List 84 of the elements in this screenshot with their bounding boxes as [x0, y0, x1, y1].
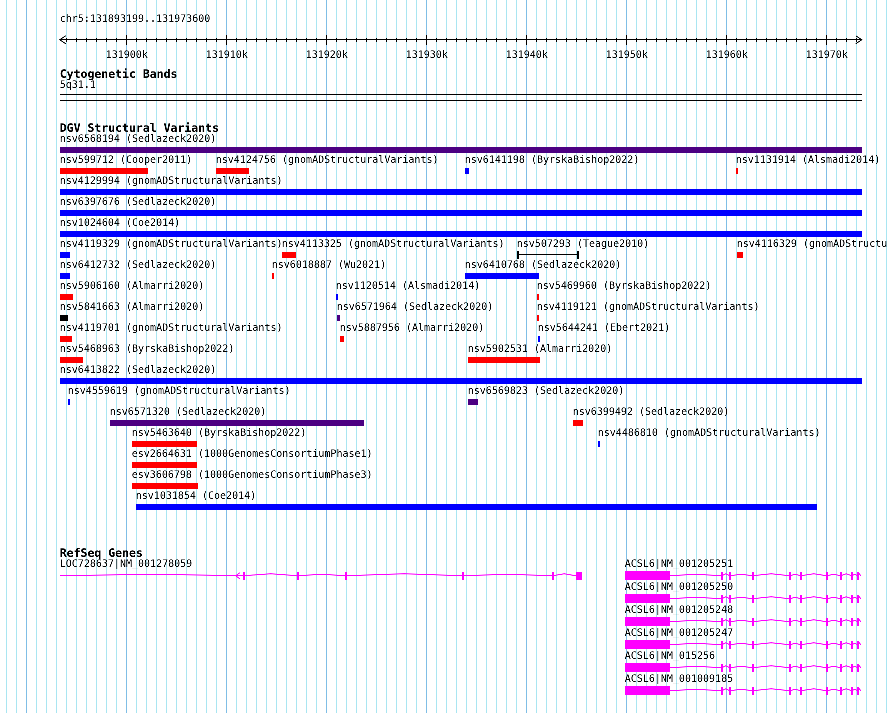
- variant-label: nsv6571964 (Sedlazeck2020): [337, 302, 494, 314]
- variant-label: esv2664631 (1000GenomesConsortiumPhase1): [132, 449, 373, 461]
- ruler-tick-label: 131950k: [606, 50, 648, 62]
- variant-label: nsv6399492 (Sedlazeck2020): [573, 407, 730, 419]
- track-title: Cytogenetic Bands: [60, 68, 178, 80]
- variant-bar[interactable]: [468, 399, 478, 405]
- ruler-tick-label: 131900k: [106, 50, 148, 62]
- variant-bar[interactable]: [282, 252, 296, 258]
- variant-bar[interactable]: [60, 252, 70, 258]
- gene-label: ACSL6|NM_001205250: [625, 582, 734, 594]
- variant-label: nsv6569823 (Sedlazeck2020): [468, 386, 625, 398]
- variant-label: nsv1031854 (Coe2014): [136, 491, 256, 503]
- range-marker[interactable]: [517, 251, 579, 259]
- gene-label: ACSL6|NM_015256: [625, 651, 716, 663]
- gene-label: LOC728637|NM_001278059: [60, 559, 192, 571]
- variant-label: nsv507293 (Teague2010): [517, 239, 650, 251]
- track-title: DGV Structural Variants: [60, 122, 220, 134]
- variant-label: esv3606798 (1000GenomesConsortiumPhase3): [132, 470, 373, 482]
- variant-label: nsv5902531 (Almarri2020): [468, 344, 612, 356]
- variant-label: nsv6141198 (ByrskaBishop2022): [465, 155, 640, 167]
- variant-label: nsv5841663 (Almarri2020): [60, 302, 204, 314]
- variant-label: nsv4119701 (gnomADStructuralVariants): [60, 323, 283, 335]
- variant-bar[interactable]: [136, 504, 817, 510]
- variant-bar[interactable]: [465, 168, 469, 174]
- variant-label: nsv4124756 (gnomADStructuralVariants): [216, 155, 439, 167]
- variant-label: nsv4116329 (gnomADStructu: [737, 239, 888, 251]
- variant-label: nsv5644241 (Ebert2021): [538, 323, 670, 335]
- gene-label: ACSL6|NM_001009185: [625, 674, 734, 686]
- variant-bar[interactable]: [465, 273, 539, 279]
- variant-bar[interactable]: [60, 294, 73, 300]
- ruler-tick-label: 131930k: [406, 50, 448, 62]
- variant-bar[interactable]: [468, 357, 540, 363]
- ruler-tick-label: 131970k: [806, 50, 848, 62]
- variant-label: nsv5469960 (ByrskaBishop2022): [537, 281, 712, 293]
- variant-label: nsv6568194 (Sedlazeck2020): [60, 134, 217, 146]
- ruler-tick-label: 131940k: [506, 50, 548, 62]
- ruler-tick-label: 131960k: [706, 50, 748, 62]
- ruler-tick-label: 131910k: [206, 50, 248, 62]
- variant-label: nsv4129994 (gnomADStructuralVariants): [60, 176, 283, 188]
- variant-bar[interactable]: [216, 168, 249, 174]
- variant-label: nsv6397676 (Sedlazeck2020): [60, 197, 217, 209]
- variant-bar[interactable]: [60, 273, 70, 279]
- track-title: RefSeq Genes: [60, 547, 144, 559]
- variant-bar[interactable]: [132, 441, 197, 447]
- variant-bar[interactable]: [60, 336, 72, 342]
- variant-bar[interactable]: [60, 231, 862, 237]
- variant-label: nsv5887956 (Almarri2020): [340, 323, 484, 335]
- variant-label: nsv4486810 (gnomADStructuralVariants): [598, 428, 821, 440]
- variant-bar[interactable]: [737, 252, 743, 258]
- variant-bar[interactable]: [340, 336, 344, 342]
- variant-label: nsv6410768 (Sedlazeck2020): [465, 260, 622, 272]
- variant-label: nsv4113325 (gnomADStructuralVariants): [282, 239, 505, 251]
- variant-label: nsv599712 (Cooper2011): [60, 155, 192, 167]
- ruler-tick-label: 131920k: [306, 50, 348, 62]
- variant-label: nsv5906160 (Almarri2020): [60, 281, 204, 293]
- variant-label: nsv6412732 (Sedlazeck2020): [60, 260, 217, 272]
- location-label: chr5:131893199..131973600: [60, 14, 211, 26]
- variant-bar[interactable]: [60, 189, 862, 195]
- variant-bar[interactable]: [60, 378, 862, 384]
- variant-label: nsv6413822 (Sedlazeck2020): [60, 365, 217, 377]
- variant-label: nsv5463640 (ByrskaBishop2022): [132, 428, 307, 440]
- variant-bar[interactable]: [60, 210, 862, 216]
- variant-label: nsv4119121 (gnomADStructuralVariants): [537, 302, 760, 314]
- variant-label: nsv4119329 (gnomADStructuralVariants): [60, 239, 283, 251]
- variant-label: nsv1131914 (Alsmadi2014): [736, 155, 880, 167]
- variant-label: nsv6571320 (Sedlazeck2020): [110, 407, 267, 419]
- gene-label: ACSL6|NM_001205248: [625, 605, 734, 617]
- variant-bar[interactable]: [337, 315, 340, 321]
- band-label: 5q31.1: [60, 80, 96, 92]
- variant-label: nsv6018887 (Wu2021): [272, 260, 386, 272]
- variant-label: nsv1024604 (Coe2014): [60, 218, 180, 230]
- variant-label: nsv1120514 (Alsmadi2014): [336, 281, 480, 293]
- variant-bar[interactable]: [132, 462, 197, 468]
- variant-bar[interactable]: [573, 420, 583, 426]
- variant-label: nsv4559619 (gnomADStructuralVariants): [68, 386, 291, 398]
- variant-bar[interactable]: [60, 147, 862, 153]
- variant-bar[interactable]: [110, 420, 364, 426]
- variant-bar[interactable]: [132, 483, 198, 489]
- variant-bar[interactable]: [60, 357, 83, 363]
- gene-label: ACSL6|NM_001205251: [625, 559, 734, 571]
- variant-bar[interactable]: [60, 168, 148, 174]
- variant-bar[interactable]: [60, 315, 68, 321]
- variant-label: nsv5468963 (ByrskaBishop2022): [60, 344, 235, 356]
- gene-label: ACSL6|NM_001205247: [625, 628, 734, 640]
